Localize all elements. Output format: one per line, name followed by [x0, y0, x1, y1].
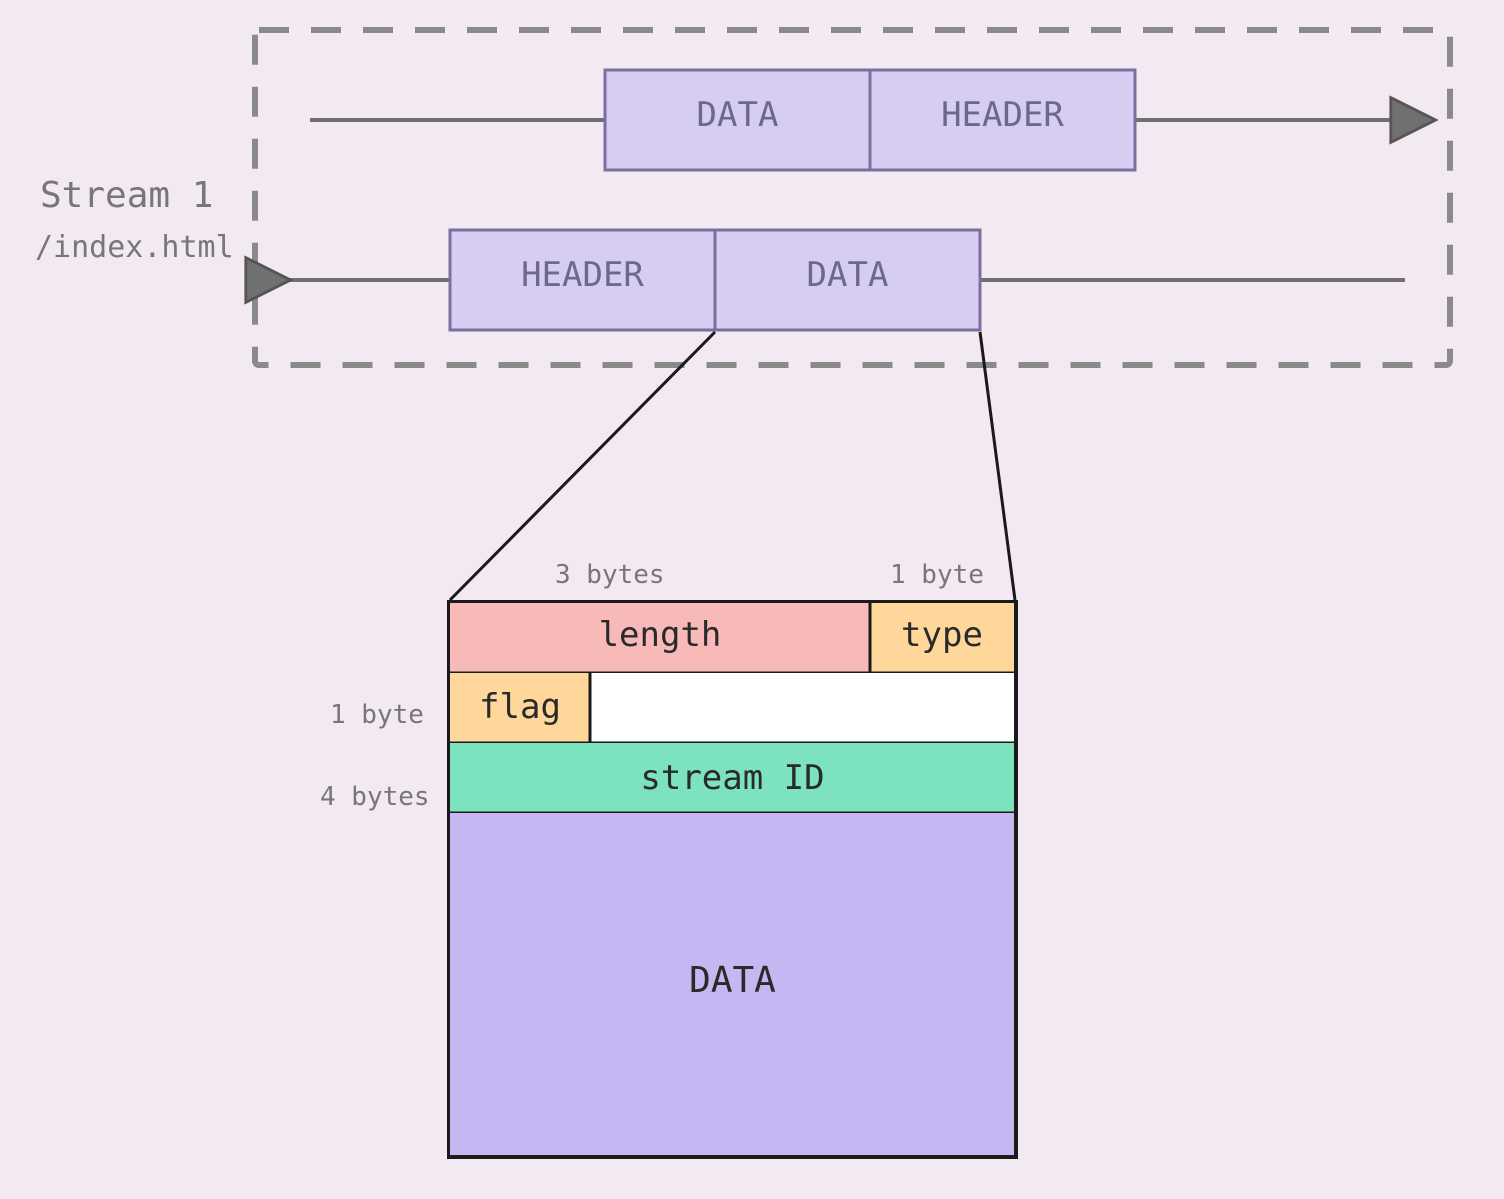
request-data-label: DATA [605, 95, 870, 135]
length-size-label: 3 bytes [555, 560, 665, 590]
type-field-label: type [870, 615, 1014, 655]
reserved-field [590, 673, 1014, 743]
flag-size-label: 1 byte [330, 700, 424, 730]
streamid-field-label: stream ID [450, 758, 1015, 798]
frame-breakdown [447, 600, 1027, 1160]
streamid-size-label: 4 bytes [320, 782, 430, 812]
response-data-label: DATA [715, 255, 980, 295]
stream-diagram [0, 0, 1504, 420]
data-payload-label: DATA [450, 960, 1015, 1001]
type-size-label: 1 byte [890, 560, 984, 590]
length-field-label: length [450, 615, 870, 655]
request-header-label: HEADER [870, 95, 1135, 135]
response-header-label: HEADER [450, 255, 715, 295]
flag-field-label: flag [450, 687, 590, 727]
